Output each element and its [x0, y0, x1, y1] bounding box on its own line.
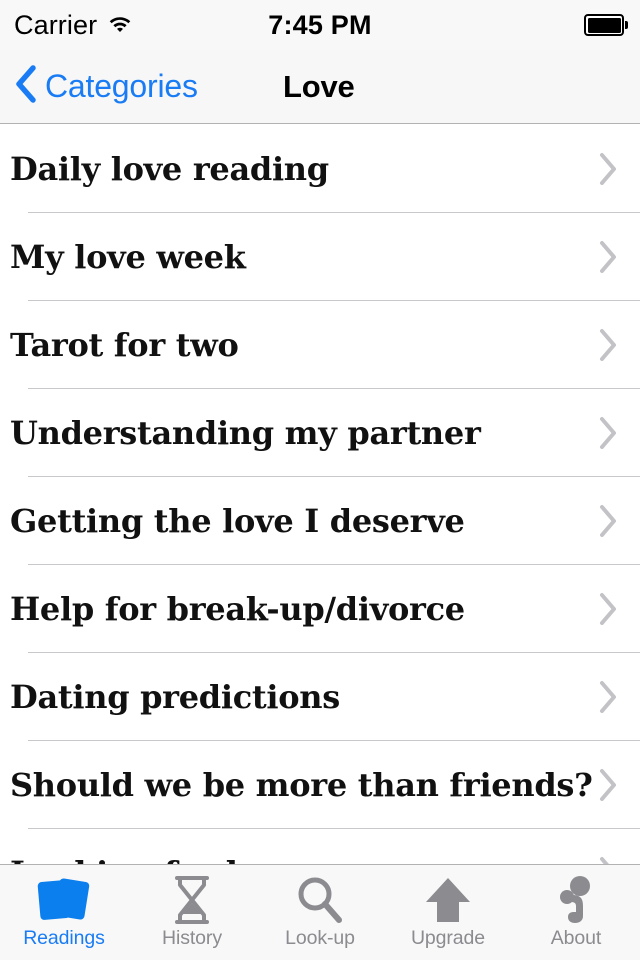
- chevron-right-icon: [598, 301, 618, 389]
- list-item-label: Getting the love I deserve: [10, 502, 465, 540]
- list-item-label: Understanding my partner: [10, 414, 481, 452]
- navigation-bar: Categories Love: [0, 50, 640, 124]
- tab-label: About: [550, 927, 602, 949]
- wifi-icon: [107, 13, 133, 38]
- tab-history[interactable]: History: [128, 865, 256, 960]
- list-item-label: Help for break-up/divorce: [10, 590, 465, 628]
- list-item-label: Daily love reading: [10, 150, 329, 188]
- list-item-label: Dating predictions: [10, 678, 340, 716]
- list-item[interactable]: Looking for love: [0, 829, 640, 864]
- battery-full-icon: [584, 14, 628, 36]
- list-item[interactable]: My love week: [0, 213, 640, 301]
- tab-label: History: [162, 927, 222, 949]
- tab-readings[interactable]: Readings: [0, 865, 128, 960]
- hourglass-icon: [169, 874, 215, 926]
- tab-bar: Readings History Look-up Upgrade About: [0, 864, 640, 960]
- list-item[interactable]: Help for break-up/divorce: [0, 565, 640, 653]
- chevron-left-icon: [14, 65, 36, 108]
- magnifier-icon: [296, 874, 344, 926]
- clock-label: 7:45 PM: [268, 9, 372, 40]
- list-item[interactable]: Getting the love I deserve: [0, 477, 640, 565]
- chevron-right-icon: [598, 213, 618, 301]
- list-item[interactable]: Understanding my partner: [0, 389, 640, 477]
- chevron-right-icon: [598, 653, 618, 741]
- tab-about[interactable]: About: [512, 865, 640, 960]
- list-item[interactable]: Tarot for two: [0, 301, 640, 389]
- list-item[interactable]: Should we be more than friends?: [0, 741, 640, 829]
- tab-label: Readings: [23, 927, 105, 949]
- list-item-label: My love week: [10, 238, 246, 276]
- list-item-label: Should we be more than friends?: [10, 766, 593, 804]
- info-person-icon: [555, 874, 597, 926]
- page-title: Love: [283, 68, 355, 104]
- status-bar-right: [584, 0, 628, 50]
- chevron-right-icon: [598, 477, 618, 565]
- chevron-right-icon: [598, 741, 618, 829]
- readings-list[interactable]: Daily love reading My love week Tarot fo…: [0, 125, 640, 864]
- chevron-right-icon: [598, 389, 618, 477]
- chevron-right-icon: [598, 125, 618, 213]
- back-button[interactable]: Categories: [14, 50, 198, 123]
- chevron-right-icon: [598, 565, 618, 653]
- status-bar-left: Carrier: [14, 0, 133, 50]
- tab-lookup[interactable]: Look-up: [256, 865, 384, 960]
- list-item-label: Looking for love: [10, 829, 297, 864]
- list-item[interactable]: Dating predictions: [0, 653, 640, 741]
- app-screen: Carrier 7:45 PM Categories Love Daily lo…: [0, 0, 640, 960]
- tab-label: Look-up: [285, 927, 355, 949]
- arrow-up-icon: [423, 874, 473, 926]
- cards-icon: [37, 874, 91, 926]
- carrier-label: Carrier: [14, 9, 98, 40]
- back-button-label: Categories: [45, 68, 198, 104]
- status-bar: Carrier 7:45 PM: [0, 0, 640, 50]
- chevron-right-icon: [598, 829, 618, 864]
- tab-upgrade[interactable]: Upgrade: [384, 865, 512, 960]
- tab-label: Upgrade: [410, 927, 486, 949]
- list-item-label: Tarot for two: [10, 326, 239, 364]
- list-item[interactable]: Daily love reading: [0, 125, 640, 213]
